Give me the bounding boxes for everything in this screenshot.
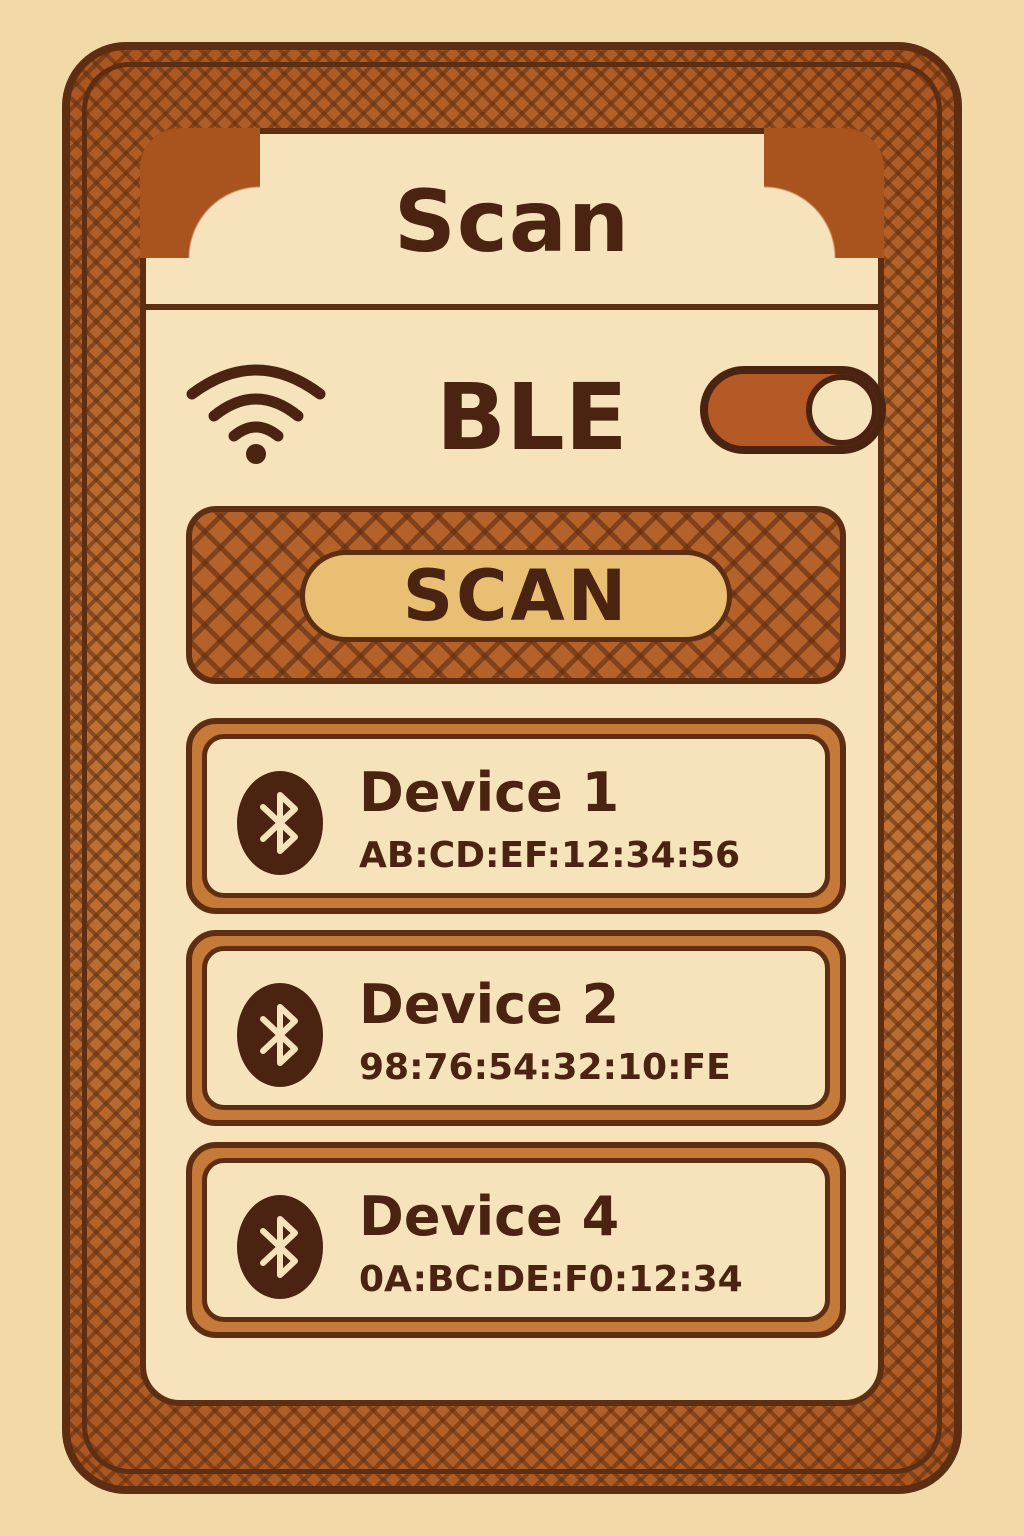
bluetooth-icon <box>237 1195 323 1299</box>
device-card: Device 1 AB:CD:EF:12:34:56 <box>202 734 830 898</box>
device-mac-address: AB:CD:EF:12:34:56 <box>359 835 741 876</box>
device-card: Device 2 98:76:54:32:10:FE <box>202 946 830 1110</box>
ble-label: BLE <box>436 364 628 471</box>
device-mac-address: 98:76:54:32:10:FE <box>359 1047 731 1088</box>
device-list-item[interactable]: Device 2 98:76:54:32:10:FE <box>186 930 846 1126</box>
device-name: Device 1 <box>359 761 620 824</box>
device-list-item[interactable]: Device 1 AB:CD:EF:12:34:56 <box>186 718 846 914</box>
ble-toggle[interactable] <box>700 366 886 454</box>
ble-row: BLE <box>186 356 886 471</box>
device-card: Device 4 0A:BC:DE:F0:12:34 <box>202 1158 830 1322</box>
device-name: Device 2 <box>359 973 620 1036</box>
toggle-knob <box>806 374 878 446</box>
wireless-signal-icon <box>186 364 326 464</box>
bluetooth-icon <box>237 771 323 875</box>
page-title: Scan <box>393 172 631 272</box>
header: Scan <box>140 128 884 310</box>
device-list-item[interactable]: Device 4 0A:BC:DE:F0:12:34 <box>186 1142 846 1338</box>
main-panel: Scan BLE SCAN Device 1 AB:CD:EF:12:34:56 <box>140 128 886 1406</box>
bluetooth-icon <box>237 983 323 1087</box>
device-mac-address: 0A:BC:DE:F0:12:34 <box>359 1259 743 1300</box>
scan-button-label: SCAN <box>300 550 732 642</box>
device-name: Device 4 <box>359 1185 620 1248</box>
scan-button[interactable]: SCAN <box>186 506 846 684</box>
